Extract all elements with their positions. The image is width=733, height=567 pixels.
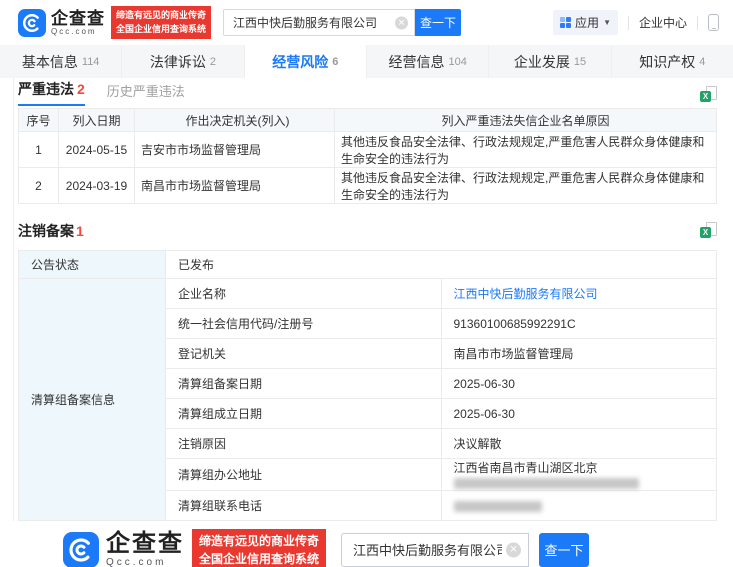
field-label: 注销原因: [165, 428, 442, 459]
field-label: 公告状态: [18, 250, 166, 279]
field-value: [440, 490, 717, 521]
export-excel-icon[interactable]: X: [700, 222, 717, 238]
company-nav-tabs: 基本信息 114 法律诉讼 2 经营风险 6 经营信息 104 企业发展 15 知识产权 4: [0, 45, 733, 78]
table-row: 公告状态 已发布: [18, 250, 717, 279]
footer-search-input[interactable]: [341, 532, 530, 567]
tab-operating-info[interactable]: 经营信息 104: [367, 45, 490, 78]
field-value: 南昌市市场监督管理局: [440, 338, 717, 369]
field-value: 已发布: [165, 250, 717, 279]
brand-slogan: 缔造有远见的商业传奇 全国企业信用查询系统: [192, 528, 327, 567]
brand-name: 企查查: [51, 8, 105, 28]
cell-date: 2024-05-15: [58, 131, 135, 168]
apps-label: 应用: [575, 16, 600, 30]
field-label: 企业名称: [165, 278, 442, 309]
brand-domain: Qcc.com: [51, 26, 97, 36]
col-header-reason: 列入严重违法失信企业名单原因: [334, 108, 717, 132]
top-header: 企查查 Qcc.com 缔造有远见的商业传奇 全国企业信用查询系统 ✕ 查一下 …: [0, 0, 733, 45]
qcc-logo-icon: [63, 531, 99, 567]
tab-intellectual-property[interactable]: 知识产权 4: [612, 45, 733, 78]
serious-violations-table: 序号 列入日期 作出决定机关(列入) 列入严重违法失信企业名单原因 1 2024…: [18, 108, 717, 204]
field-value: 91360100685992291C: [440, 308, 717, 339]
main-content: 严重违法 2 历史严重违法 X 序号 列入日期 作出决定机关(列入) 列入严重违法…: [13, 78, 733, 521]
cell-index: 1: [18, 131, 59, 168]
apps-menu[interactable]: 应用 ▼: [553, 10, 618, 35]
col-header-index: 序号: [18, 108, 59, 132]
cell-reason: 其他违反食品安全法律、行政法规规定,严重危害人民群众身体健康和生命安全的违法行为: [334, 167, 717, 204]
table-row: 清算组备案信息 企业名称 江西中快后勤服务有限公司: [18, 278, 717, 521]
field-label: 统一社会信用代码/注册号: [165, 308, 442, 339]
cell-reason: 其他违反食品安全法律、行政法规规定,严重危害人民群众身体健康和生命安全的违法行为: [334, 131, 717, 168]
cell-date: 2024-03-19: [58, 167, 135, 204]
footer-search: ✕ 查一下: [341, 532, 590, 567]
tab-basic-info[interactable]: 基本信息 114: [0, 45, 123, 78]
table-row: 2 2024-03-19 南昌市市场监督管理局 其他违反食品安全法律、行政法规规…: [18, 167, 717, 204]
tab-history-serious-violations[interactable]: 历史严重违法: [107, 81, 185, 106]
redacted-phone: [453, 500, 542, 512]
col-header-authority: 作出决定机关(列入): [134, 108, 335, 132]
field-label: 清算组成立日期: [165, 398, 442, 429]
header-search-button[interactable]: 查一下: [415, 9, 462, 36]
clear-search-icon[interactable]: ✕: [506, 542, 522, 557]
field-label: 清算组联系电话: [165, 490, 442, 521]
field-value: 2025-06-30: [440, 368, 717, 399]
cancellation-filing-table: 公告状态 已发布 清算组备案信息 企业名称 江西中快后勤服务有限公司 统一社会信…: [18, 250, 717, 521]
group-label: 清算组备案信息: [18, 278, 166, 521]
company-name-link[interactable]: 江西中快后勤服务有限公司: [454, 287, 598, 301]
divider: [697, 15, 698, 30]
header-search-input[interactable]: [223, 9, 416, 36]
brand-name: 企查查: [106, 529, 184, 557]
col-header-date: 列入日期: [58, 108, 135, 132]
cancellation-filing-title: 注销备案 1: [18, 223, 84, 239]
divider: [627, 15, 629, 30]
brand-slogan: 缔造有远见的商业传奇 全国企业信用查询系统: [111, 6, 212, 39]
header-search: ✕ 查一下: [223, 9, 462, 36]
chevron-down-icon: ▼: [603, 18, 611, 27]
enterprise-center-link[interactable]: 企业中心: [639, 14, 687, 31]
cell-authority: 吉安市市场监督管理局: [134, 131, 335, 168]
table-header-row: 序号 列入日期 作出决定机关(列入) 列入严重违法失信企业名单原因: [18, 108, 717, 132]
redacted-address: [453, 478, 639, 490]
field-value: 江西省南昌市青山湖区北京: [440, 458, 717, 491]
qcc-logo-icon: [18, 8, 46, 37]
table-row: 1 2024-05-15 吉安市市场监督管理局 其他违反食品安全法律、行政法规规…: [18, 131, 717, 168]
field-value: 决议解散: [440, 428, 717, 459]
mobile-app-icon[interactable]: [708, 14, 719, 31]
cell-index: 2: [18, 167, 59, 204]
qcc-logo-footer[interactable]: 企查查 Qcc.com 缔造有远见的商业传奇 全国企业信用查询系统: [63, 528, 327, 567]
brand-domain: Qcc.com: [106, 556, 167, 567]
field-label: 清算组办公地址: [165, 458, 442, 491]
field-label: 登记机关: [165, 338, 442, 369]
tab-serious-violations[interactable]: 严重违法 2: [18, 79, 85, 106]
cell-authority: 南昌市市场监督管理局: [134, 167, 335, 204]
field-label: 清算组备案日期: [165, 368, 442, 399]
export-excel-icon[interactable]: X: [700, 86, 717, 102]
qcc-logo[interactable]: 企查查 Qcc.com 缔造有远见的商业传奇 全国企业信用查询系统: [18, 6, 212, 39]
tab-operating-risk[interactable]: 经营风险 6: [244, 45, 367, 78]
tab-enterprise-development[interactable]: 企业发展 15: [489, 45, 612, 78]
field-value: 江西中快后勤服务有限公司: [440, 278, 717, 309]
clear-search-icon[interactable]: ✕: [395, 16, 409, 29]
footer-search-bar: 企查查 Qcc.com 缔造有远见的商业传奇 全国企业信用查询系统 ✕ 查一下: [0, 522, 733, 567]
apps-grid-icon: [560, 17, 572, 28]
footer-search-button[interactable]: 查一下: [539, 532, 590, 567]
tab-legal-litigation[interactable]: 法律诉讼 2: [122, 45, 245, 78]
field-value: 2025-06-30: [440, 398, 717, 429]
